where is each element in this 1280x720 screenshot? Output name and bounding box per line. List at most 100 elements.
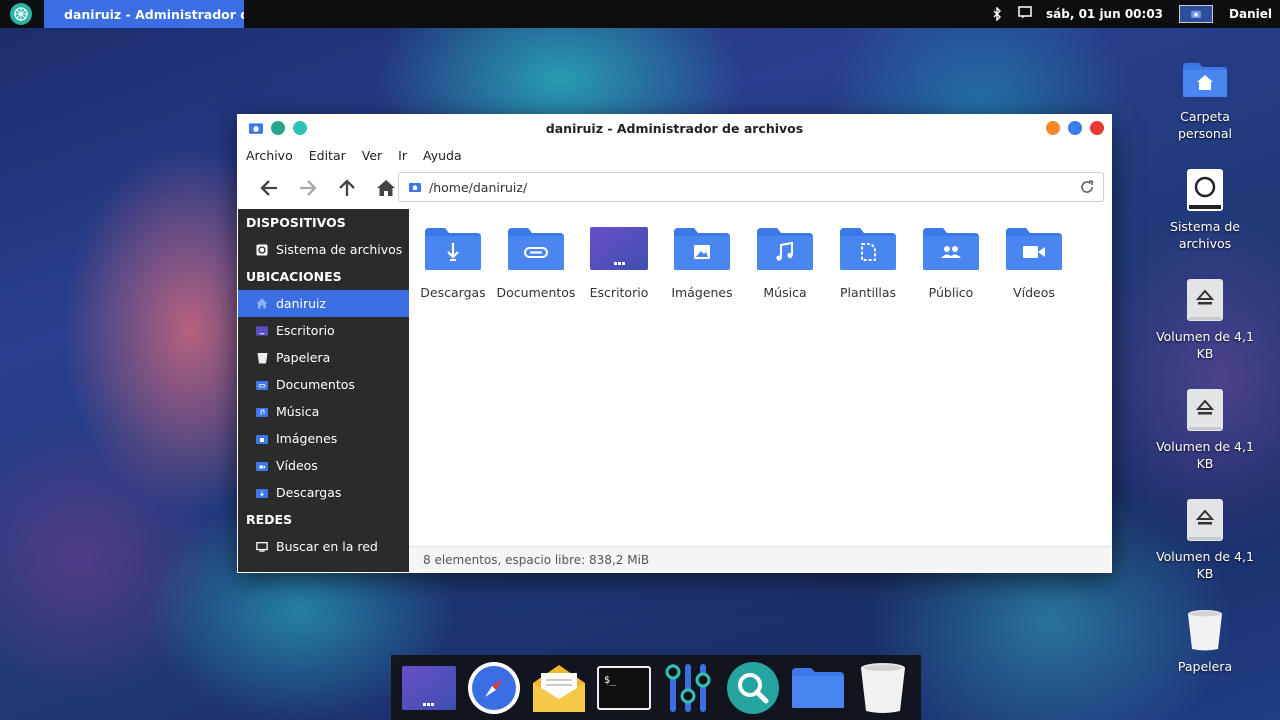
window-title: daniruiz - Administrador de archivos	[545, 120, 804, 136]
notifications-icon[interactable]	[1018, 6, 1032, 22]
sidebar-item-trash[interactable]: Papelera	[238, 344, 409, 371]
shade-button[interactable]	[293, 121, 307, 135]
file-item-documentos[interactable]: Documentos	[495, 226, 577, 300]
sidebar-item-label: Vídeos	[276, 458, 318, 473]
sidebar-item-documents[interactable]: Documentos	[238, 371, 409, 398]
file-label: Descargas	[420, 285, 486, 300]
sidebar-item-label: Descargas	[276, 485, 342, 500]
file-item-musica[interactable]: Música	[744, 226, 826, 300]
sidebar-item-images[interactable]: Imágenes	[238, 425, 409, 452]
dock-terminal[interactable]: $_	[595, 659, 653, 717]
sidebar-heading-networks: REDES	[246, 512, 293, 527]
file-item-descargas[interactable]: Descargas	[412, 226, 494, 300]
file-view: Descargas Documentos Escritorio Imágenes…	[409, 209, 1111, 546]
templates-folder-icon	[840, 228, 896, 270]
back-button[interactable]	[249, 173, 288, 203]
trash-icon	[860, 662, 905, 713]
top-panel: daniruiz - Administrador d... sáb, 01 ju…	[0, 0, 1280, 28]
sidebar-item-music[interactable]: Música	[238, 398, 409, 425]
menu-archivo[interactable]: Archivo	[246, 148, 293, 163]
arrow-right-icon	[299, 180, 317, 196]
sidebar-item-label: Imágenes	[276, 431, 338, 446]
terminal-icon: $_	[596, 665, 651, 710]
desktop-icon-filesystem[interactable]: Sistema de archivos	[1155, 166, 1255, 252]
file-item-publico[interactable]: Público	[910, 226, 992, 300]
minimize-button[interactable]	[1046, 121, 1060, 135]
sidebar-item-label: Sistema de archivos	[276, 242, 403, 257]
menu-ayuda[interactable]: Ayuda	[423, 148, 462, 163]
videos-folder-icon	[1006, 228, 1062, 270]
desktop-icon-volume[interactable]: Volumen de 4,1 KB	[1155, 496, 1255, 582]
svg-text:$_: $_	[604, 675, 617, 686]
dock: $_	[391, 655, 921, 720]
bluetooth-icon[interactable]	[990, 7, 1004, 21]
file-label: Plantillas	[839, 285, 897, 300]
downloads-folder-icon	[425, 228, 481, 270]
file-item-imagenes[interactable]: Imágenes	[661, 226, 743, 300]
menu-editar[interactable]: Editar	[309, 148, 346, 163]
dock-settings[interactable]	[659, 659, 717, 717]
sidebar-item-label: Escritorio	[276, 323, 335, 338]
dock-show-desktop[interactable]	[400, 659, 458, 717]
sidebar-item-network[interactable]: Buscar en la red	[238, 533, 409, 560]
sidebar-item-label: Papelera	[276, 350, 331, 365]
taskbar-window-button[interactable]: daniruiz - Administrador d...	[44, 0, 244, 28]
dock-mail[interactable]	[530, 659, 588, 717]
mail-icon	[532, 664, 585, 712]
close-button[interactable]	[1090, 121, 1104, 135]
network-icon	[256, 541, 268, 553]
sidebar-item-label: Documentos	[276, 377, 355, 392]
desktop-icon-home[interactable]: Carpeta personal	[1155, 56, 1255, 142]
workspace-switcher[interactable]	[1179, 5, 1214, 23]
menu-ver[interactable]: Ver	[362, 148, 382, 163]
file-label: Música	[763, 285, 807, 300]
location-bar[interactable]: /home/daniruiz/	[398, 172, 1104, 202]
sidebar-item-downloads[interactable]: Descargas	[238, 479, 409, 506]
app-menu-button[interactable]	[10, 3, 32, 25]
desktop-icon-volume[interactable]: Volumen de 4,1 KB	[1155, 276, 1255, 362]
trash-icon	[256, 352, 268, 364]
reload-button[interactable]	[1079, 179, 1095, 198]
dock-file-manager[interactable]	[789, 659, 847, 717]
downloads-icon	[256, 487, 268, 499]
music-folder-icon	[757, 228, 813, 270]
desktop-icon-label: Papelera	[1177, 659, 1233, 674]
desktop-folder-icon	[590, 227, 648, 270]
trash-icon	[1188, 610, 1222, 651]
home-folder-icon	[1191, 10, 1201, 18]
public-folder-icon	[923, 228, 979, 270]
dock-web-browser[interactable]	[465, 659, 523, 717]
titlebar[interactable]: daniruiz - Administrador de archivos	[237, 114, 1112, 142]
menu-ir[interactable]: Ir	[398, 148, 407, 163]
forward-button[interactable]	[288, 173, 327, 203]
desktop-icon-label: Volumen de 4,1 KB	[1156, 439, 1254, 471]
up-button[interactable]	[327, 173, 366, 203]
sidebar-item-home[interactable]: daniruiz	[238, 290, 409, 317]
file-label: Vídeos	[1013, 285, 1055, 300]
file-item-plantillas[interactable]: Plantillas	[827, 226, 909, 300]
music-icon	[256, 406, 268, 418]
dock-search[interactable]	[724, 659, 782, 717]
search-icon	[727, 661, 780, 714]
sticky-button[interactable]	[271, 121, 285, 135]
file-item-videos[interactable]: Vídeos	[993, 226, 1075, 300]
file-item-escritorio[interactable]: Escritorio	[578, 226, 660, 300]
compass-browser-icon	[468, 661, 521, 714]
user-menu[interactable]: Daniel	[1229, 7, 1272, 21]
sidebar-item-videos[interactable]: Vídeos	[238, 452, 409, 479]
maximize-button[interactable]	[1068, 121, 1082, 135]
desktop-icon	[256, 325, 268, 337]
desktop-icon-trash[interactable]: Papelera	[1155, 606, 1255, 675]
eject-icon	[1187, 389, 1223, 431]
desktop-icon	[402, 665, 457, 710]
settings-sliders-icon	[665, 663, 711, 712]
home-icon	[376, 180, 395, 196]
home-icon	[256, 298, 268, 310]
sidebar-item-label: daniruiz	[276, 296, 327, 311]
home-folder-icon	[1183, 63, 1227, 97]
sidebar-item-desktop[interactable]: Escritorio	[238, 317, 409, 344]
desktop-icon-volume[interactable]: Volumen de 4,1 KB	[1155, 386, 1255, 472]
sidebar-item-filesystem[interactable]: Sistema de archivos	[238, 236, 409, 263]
dock-trash[interactable]	[854, 659, 912, 717]
clock[interactable]: sáb, 01 jun 00:03	[1046, 7, 1163, 21]
